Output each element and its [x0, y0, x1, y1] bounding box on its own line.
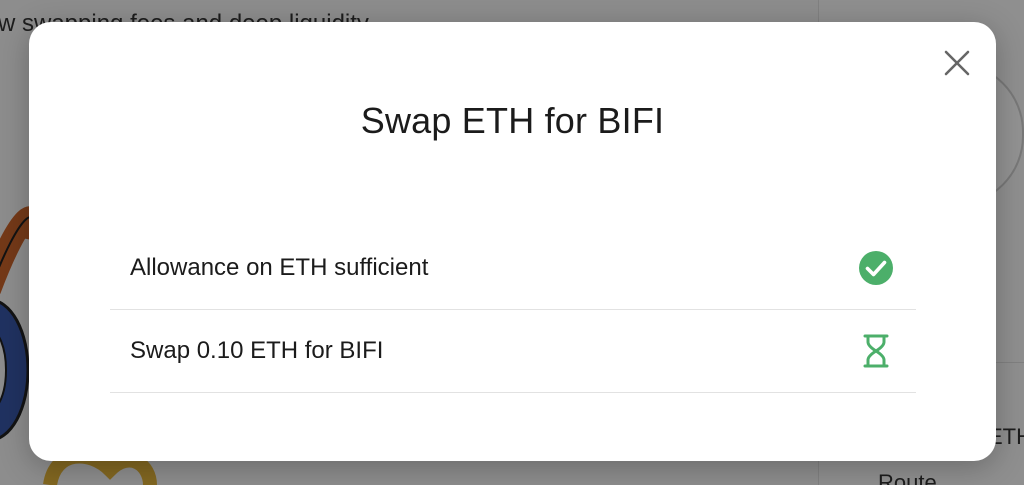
step-label: Swap 0.10 ETH for BIFI [130, 337, 384, 364]
steps-list: Allowance on ETH sufficient Swap 0.10 ET… [110, 227, 916, 393]
step-allowance: Allowance on ETH sufficient [110, 227, 916, 310]
check-circle-icon [858, 250, 894, 286]
hourglass-icon [858, 333, 894, 369]
modal-title: Swap ETH for BIFI [360, 100, 665, 141]
close-icon [944, 50, 970, 76]
swap-modal: Swap ETH for BIFI Allowance on ETH suffi… [29, 22, 996, 461]
close-button[interactable] [942, 48, 972, 78]
step-swap: Swap 0.10 ETH for BIFI [110, 310, 916, 393]
step-label: Allowance on ETH sufficient [130, 254, 429, 281]
